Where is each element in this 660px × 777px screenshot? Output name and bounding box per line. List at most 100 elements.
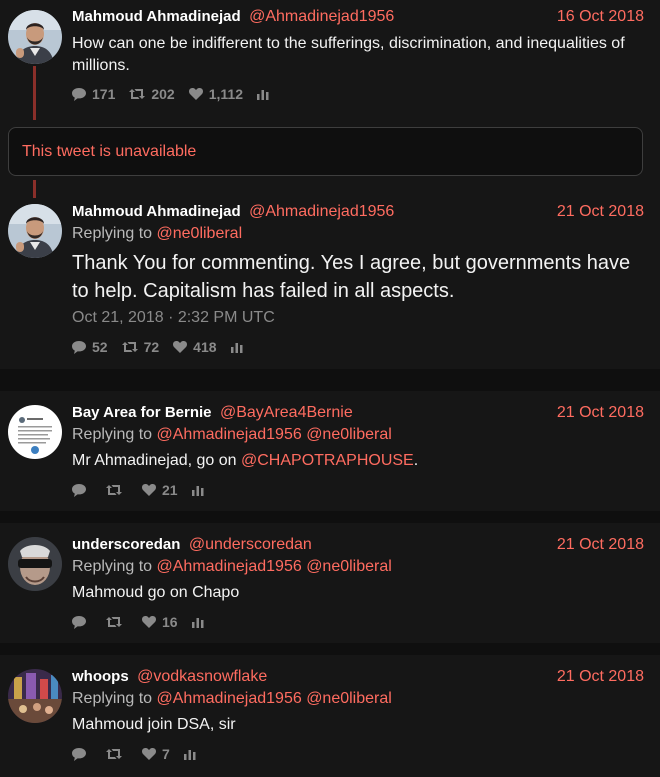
like-count-value: 16 [162, 614, 178, 630]
replying-to-link[interactable]: @Ahmadinejad1956 [157, 426, 302, 443]
replying-to-link[interactable]: @ne0liberal [306, 558, 392, 575]
stats-button[interactable] [183, 749, 202, 760]
avatar[interactable] [8, 669, 62, 723]
tweet-date[interactable]: 21 Oct 2018 [557, 668, 644, 686]
bar-chart-icon [256, 89, 269, 100]
heart-icon [188, 88, 203, 100]
like-count[interactable]: 418 [173, 339, 217, 355]
tweet-content: Mr Ahmadinejad, go on @CHAPOTRAPHOUSE. [72, 450, 644, 472]
stats-button[interactable] [191, 485, 210, 496]
bar-chart-icon [183, 749, 196, 760]
unavailable-tweet: This tweet is unavailable [8, 127, 643, 176]
tweet-header: underscoredan @underscoredan 21 Oct 2018 [72, 536, 644, 558]
comment-icon [72, 87, 86, 101]
username[interactable]: @vodkasnowflake [137, 668, 267, 685]
like-count[interactable]: 21 [142, 482, 178, 498]
tweet-header: Mahmoud Ahmadinejad @Ahmadinejad1956 16 … [72, 8, 644, 30]
like-count[interactable]: 1,112 [188, 86, 243, 102]
stats-button[interactable] [191, 617, 210, 628]
bar-chart-icon [230, 342, 243, 353]
fullname[interactable]: Mahmoud Ahmadinejad [72, 203, 241, 220]
like-count-value: 418 [193, 339, 217, 355]
retweet-icon [106, 485, 122, 495]
reply-count[interactable] [72, 615, 92, 629]
tweet-main[interactable]: Mahmoud Ahmadinejad @Ahmadinejad1956 21 … [0, 198, 660, 368]
comment-icon [72, 340, 86, 354]
like-count-value: 7 [162, 746, 170, 762]
fullname[interactable]: underscoredan [72, 536, 180, 553]
reply-count[interactable]: 52 [72, 339, 108, 355]
reply-tweet[interactable]: underscoredan @underscoredan 21 Oct 2018… [0, 523, 660, 643]
heart-icon [142, 616, 156, 628]
retweet-count[interactable]: 202 [129, 86, 175, 102]
retweet-count[interactable] [106, 484, 128, 496]
reply-tweet[interactable]: Bay Area for Bernie @BayArea4Bernie 21 O… [0, 391, 660, 511]
replying-to-link[interactable]: @ne0liberal [306, 690, 392, 707]
bar-chart-icon [191, 617, 204, 628]
like-count-value: 21 [162, 482, 178, 498]
username[interactable]: @Ahmadinejad1956 [249, 8, 394, 25]
retweet-count[interactable] [106, 748, 128, 760]
replying-to: Replying to @ne0liberal [72, 225, 242, 243]
tweet-content: How can one be indifferent to the suffer… [72, 35, 625, 74]
replying-to: Replying to @Ahmadinejad1956 @ne0liberal [72, 558, 392, 576]
reply-count[interactable] [72, 747, 92, 761]
like-count[interactable]: 7 [142, 746, 170, 762]
avatar[interactable] [8, 405, 62, 459]
reply-count[interactable] [72, 483, 92, 497]
tweet-header: Bay Area for Bernie @BayArea4Bernie 21 O… [72, 404, 644, 426]
tweet-header: whoops @vodkasnowflake 21 Oct 2018 [72, 668, 644, 690]
replying-to-link[interactable]: @ne0liberal [157, 225, 243, 242]
replying-label: Replying to [72, 558, 153, 575]
heart-icon [142, 748, 156, 760]
tweet-stats: 52 72 418 [72, 337, 263, 357]
tweet-stats: 21 [72, 480, 224, 500]
fullname[interactable]: Bay Area for Bernie [72, 404, 212, 421]
like-count[interactable]: 16 [142, 614, 178, 630]
reply-count-value: 171 [92, 86, 116, 102]
retweet-icon [129, 89, 146, 99]
retweet-icon [106, 617, 122, 627]
content-text: Mr Ahmadinejad, go on [72, 452, 241, 469]
reply-count[interactable]: 171 [72, 86, 115, 102]
tweet-date[interactable]: 16 Oct 2018 [557, 8, 644, 26]
replying-to-link[interactable]: @Ahmadinejad1956 [157, 558, 302, 575]
replying-label: Replying to [72, 225, 153, 242]
retweet-count-value: 72 [143, 339, 160, 355]
replying-to-link[interactable]: @Ahmadinejad1956 [157, 690, 302, 707]
mention-link[interactable]: @CHAPOTRAPHOUSE [241, 452, 414, 469]
content-text: . [413, 452, 419, 469]
comment-icon [72, 747, 86, 761]
like-count-value: 1,112 [208, 86, 243, 102]
tweet-date[interactable]: 21 Oct 2018 [557, 404, 644, 422]
stats-button[interactable] [256, 89, 275, 100]
retweet-icon [121, 342, 138, 352]
bar-chart-icon [191, 485, 204, 496]
retweet-count[interactable] [106, 616, 128, 628]
tweet-original[interactable]: Mahmoud Ahmadinejad @Ahmadinejad1956 16 … [0, 0, 660, 120]
tweet-date[interactable]: 21 Oct 2018 [557, 536, 644, 554]
fullname[interactable]: whoops [72, 668, 129, 685]
fullname[interactable]: Mahmoud Ahmadinejad [72, 8, 241, 25]
replying-to: Replying to @Ahmadinejad1956 @ne0liberal [72, 690, 392, 708]
tweet-content: Thank You for commenting. Yes I agree, b… [72, 252, 631, 302]
tweet-published[interactable]: Oct 21, 2018 · 2:32 PM UTC [72, 309, 275, 327]
username[interactable]: @underscoredan [189, 536, 312, 553]
replying-to-link[interactable]: @ne0liberal [306, 426, 392, 443]
retweet-count[interactable]: 72 [121, 339, 160, 355]
comment-icon [72, 483, 86, 497]
avatar[interactable] [8, 537, 62, 591]
stats-button[interactable] [230, 342, 249, 353]
username[interactable]: @Ahmadinejad1956 [249, 203, 394, 220]
avatar[interactable] [8, 10, 62, 64]
avatar[interactable] [8, 204, 62, 258]
thread-line-mid [33, 180, 36, 198]
replying-to: Replying to @Ahmadinejad1956 @ne0liberal [72, 426, 392, 444]
tweet-stats: 171 202 1,112 [72, 84, 289, 104]
tweet-header: Mahmoud Ahmadinejad @Ahmadinejad1956 21 … [72, 203, 644, 225]
reply-tweet[interactable]: whoops @vodkasnowflake 21 Oct 2018 Reply… [0, 655, 660, 777]
retweet-count-value: 202 [151, 86, 175, 102]
replying-label: Replying to [72, 690, 153, 707]
tweet-date[interactable]: 21 Oct 2018 [557, 203, 644, 221]
username[interactable]: @BayArea4Bernie [220, 404, 353, 421]
